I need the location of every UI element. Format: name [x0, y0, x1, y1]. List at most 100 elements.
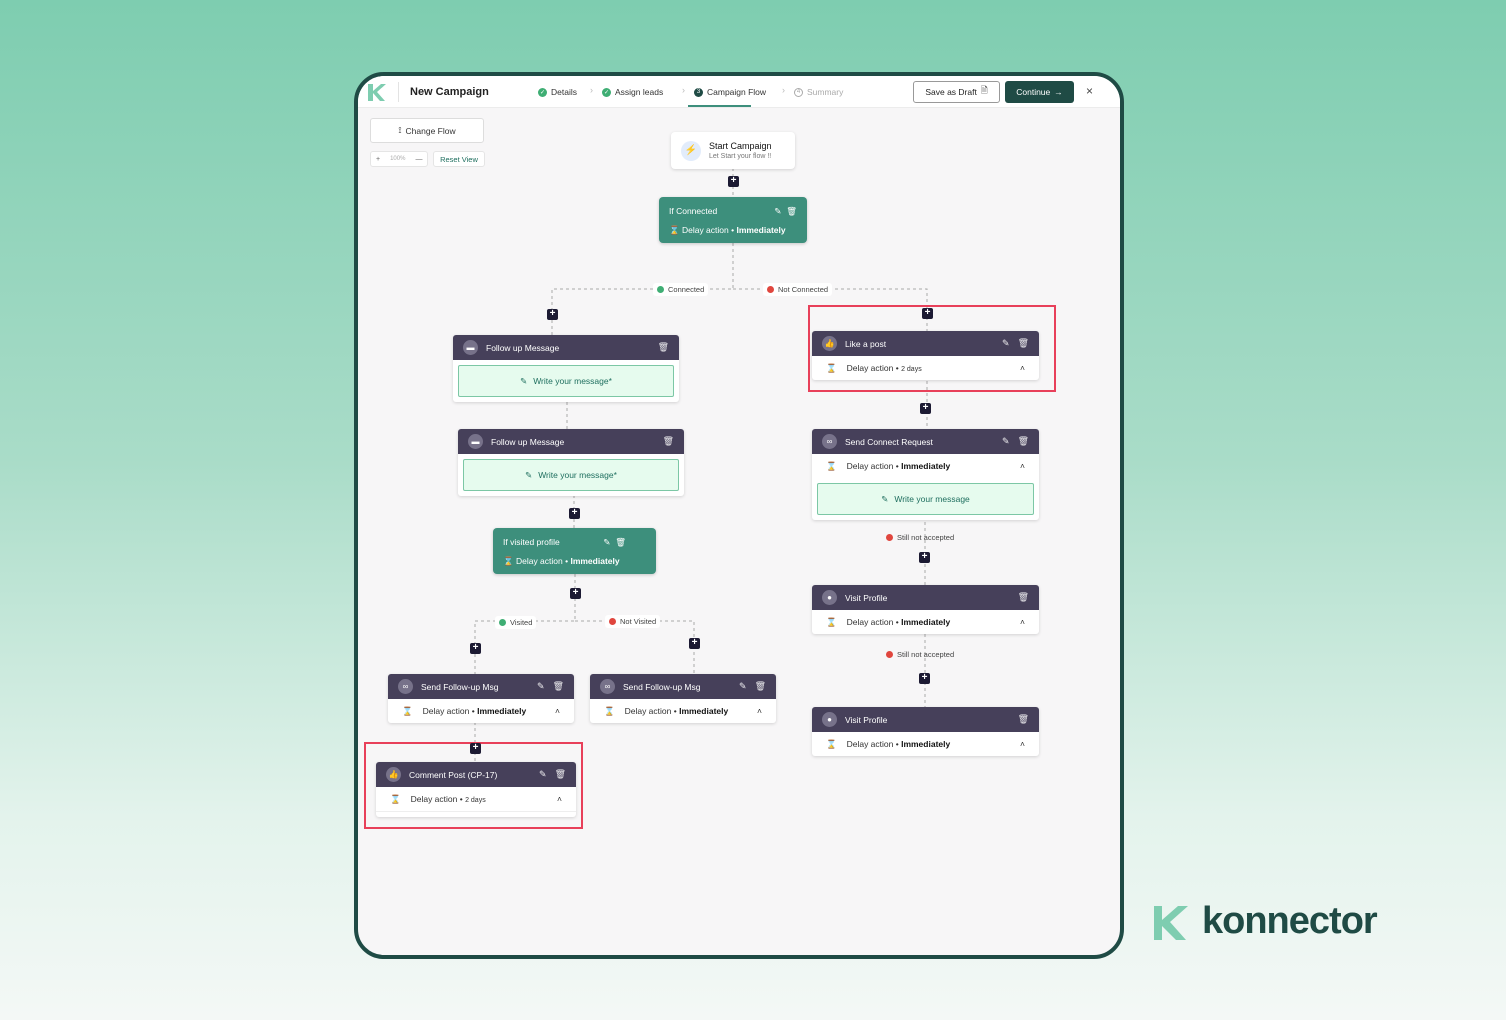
condition-if-visited-profile[interactable]: If visited profile ✎ 🗑 ⌛ Delay action • I… [493, 528, 656, 574]
hourglass-icon: ⌛ [503, 556, 514, 566]
delay-label: Delay action [846, 617, 894, 627]
brand-name: konnector [1202, 900, 1378, 942]
start-subtitle: Let Start your flow !! [709, 153, 772, 160]
delay-value: Immediately [901, 461, 951, 471]
branch-still-not-accepted: Still not accepted [886, 533, 954, 542]
check-icon [657, 286, 664, 293]
trash-icon[interactable]: 🗑 [663, 436, 674, 447]
condition-title: If Connected [669, 206, 718, 216]
add-step-button[interactable]: + [922, 308, 933, 319]
chevron-up-icon[interactable]: ˄ [1020, 739, 1025, 749]
trash-icon[interactable]: 🗑 [786, 206, 797, 216]
user-icon: ● [822, 590, 837, 605]
pencil-icon: ✎ [520, 375, 528, 386]
node-header: ● Visit Profile 🗑 [812, 707, 1039, 732]
link-icon: ∞ [822, 434, 837, 449]
hourglass-icon: ⌛ [826, 616, 837, 627]
node-header: ∞ Send Connect Request ✎ 🗑 [812, 429, 1039, 454]
trash-icon[interactable]: 🗑 [1018, 714, 1029, 725]
delay-value: Immediately [901, 617, 951, 627]
branch-connected: Connected [653, 283, 709, 296]
action-node[interactable]: ▬ Follow up Message 🗑 ✎ Write your message* [458, 429, 684, 496]
message-icon: ▬ [468, 434, 483, 449]
user-icon: ● [822, 712, 837, 727]
branch-visited: Visited [495, 616, 537, 629]
trash-icon[interactable]: 🗑 [755, 681, 766, 692]
action-node[interactable]: ∞ Send Follow-up Msg ✎ 🗑 ⌛ Delay action • Imm… [590, 674, 776, 723]
add-step-button[interactable]: + [470, 643, 481, 654]
add-step-button[interactable]: + [919, 673, 930, 684]
delay-value: Immediately [736, 225, 786, 235]
check-icon [499, 619, 506, 626]
action-node[interactable]: ● Visit Profile 🗑 ⌛ Delay action • Immediate… [812, 707, 1039, 756]
chevron-up-icon[interactable]: ˄ [1020, 461, 1025, 471]
x-circle-icon [609, 618, 616, 625]
chevron-up-icon[interactable]: ˄ [757, 706, 762, 716]
add-step-button[interactable]: + [569, 508, 580, 519]
message-icon: ▬ [463, 340, 478, 355]
action-node[interactable]: ∞ Send Follow-up Msg ✎ 🗑 ⌛ Delay action • Imm… [388, 674, 574, 723]
delay-value: Immediately [570, 556, 620, 566]
node-delay: ⌛ Delay action • Immediately ˄ [604, 705, 762, 717]
hourglass-icon: ⌛ [402, 705, 413, 716]
x-circle-icon [886, 534, 893, 541]
branch-not-connected: Not Connected [763, 283, 833, 296]
node-header: ▬ Follow up Message 🗑 [453, 335, 679, 360]
x-circle-icon [886, 651, 893, 658]
start-title: Start Campaign [709, 141, 772, 151]
node-header: ● Visit Profile 🗑 [812, 585, 1039, 610]
action-node[interactable]: ∞ Send Connect Request ✎ 🗑 ⌛ Delay action • I… [812, 429, 1039, 520]
condition-if-connected[interactable]: If Connected ✎ 🗑 ⌛ Delay action • Immedia… [659, 197, 807, 243]
node-title: Send Connect Request [845, 436, 933, 447]
action-node[interactable]: ▬ Follow up Message 🗑 ✎ Write your message* [453, 335, 679, 402]
hourglass-icon: ⌛ [826, 738, 837, 749]
node-title: Visit Profile [845, 714, 888, 725]
konnector-brand: konnector [1152, 900, 1378, 943]
delay-label: Delay action [624, 706, 672, 716]
hourglass-icon: ⌛ [604, 705, 615, 716]
add-step-button[interactable]: + [919, 552, 930, 563]
branch-label: Still not accepted [897, 650, 955, 659]
trash-icon[interactable]: 🗑 [615, 537, 626, 547]
delay-label: Delay action [846, 739, 894, 749]
write-message-button[interactable]: ✎ Write your message [817, 483, 1034, 515]
node-title: Follow up Message [491, 436, 565, 447]
delay-label: Delay action [681, 225, 729, 235]
x-circle-icon [767, 286, 774, 293]
node-title: Follow up Message [486, 342, 560, 353]
trash-icon[interactable]: 🗑 [1018, 436, 1029, 447]
start-campaign-node[interactable]: ⚡ Start Campaign Let Start your flow !! [671, 132, 795, 169]
write-message-label: Write your message* [538, 470, 617, 480]
delay-label: Delay action [515, 556, 563, 566]
branch-not-visited: Not Visited [605, 615, 661, 628]
edit-icon[interactable]: ✎ [774, 206, 781, 216]
write-message-button[interactable]: ✎ Write your message* [458, 365, 674, 397]
write-message-label: Write your message [894, 494, 970, 504]
pencil-icon: ✎ [525, 469, 533, 480]
edit-icon[interactable]: ✎ [603, 537, 610, 547]
edit-icon[interactable]: ✎ [739, 681, 747, 692]
trash-icon[interactable]: 🗑 [1018, 592, 1029, 603]
edit-icon[interactable]: ✎ [537, 681, 545, 692]
add-step-button[interactable]: + [728, 176, 739, 187]
highlight-box [364, 742, 583, 829]
add-step-button[interactable]: + [570, 588, 581, 599]
chevron-up-icon[interactable]: ˄ [1020, 617, 1025, 627]
node-delay: ⌛ Delay action • Immediately ˄ [826, 460, 1025, 472]
add-step-button[interactable]: + [689, 638, 700, 649]
hourglass-icon: ⌛ [826, 460, 837, 471]
edit-icon[interactable]: ✎ [1002, 436, 1010, 447]
action-node[interactable]: ● Visit Profile 🗑 ⌛ Delay action • Immediate… [812, 585, 1039, 634]
branch-still-not-accepted: Still not accepted [886, 650, 954, 659]
branch-label: Not Visited [620, 617, 657, 626]
write-message-button[interactable]: ✎ Write your message* [463, 459, 679, 491]
trash-icon[interactable]: 🗑 [658, 342, 669, 353]
add-step-button[interactable]: + [547, 309, 558, 320]
branch-label: Not Connected [778, 285, 829, 294]
trash-icon[interactable]: 🗑 [553, 681, 564, 692]
chevron-up-icon[interactable]: ˄ [555, 706, 560, 716]
delay-value: Immediately [901, 739, 951, 749]
add-step-button[interactable]: + [920, 403, 931, 414]
pencil-icon: ✎ [881, 493, 889, 504]
add-step-button[interactable]: + [470, 743, 481, 754]
